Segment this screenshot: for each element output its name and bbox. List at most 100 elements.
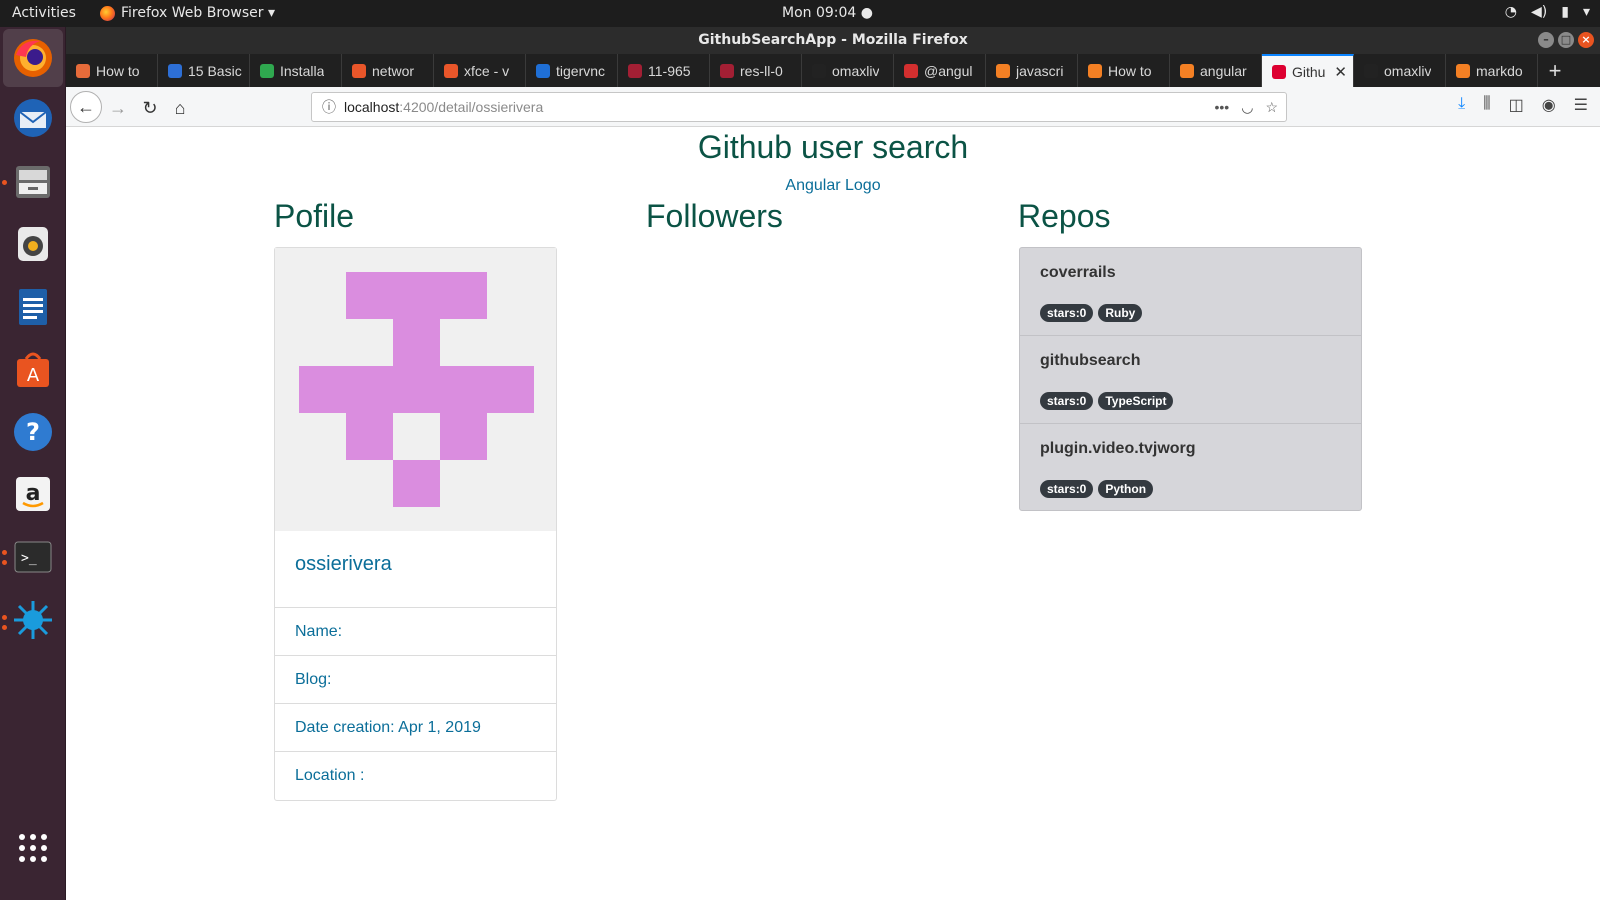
favicon-icon bbox=[812, 63, 826, 78]
info-icon[interactable]: ⓘ bbox=[322, 93, 336, 121]
browser-tab[interactable]: javascri bbox=[986, 54, 1078, 87]
profile-blog: Blog: bbox=[275, 656, 556, 704]
favicon-icon bbox=[1456, 63, 1470, 78]
launcher-thunderbird[interactable] bbox=[9, 94, 57, 142]
page-actions-icon[interactable]: ••• bbox=[1215, 93, 1230, 121]
tab-label: Installa bbox=[280, 62, 325, 79]
pocket-icon[interactable]: ◡ bbox=[1241, 93, 1253, 121]
profile-username[interactable]: ossierivera bbox=[275, 531, 556, 608]
document-icon bbox=[19, 289, 47, 325]
svg-text:?: ? bbox=[26, 418, 40, 446]
language-badge: Python bbox=[1098, 480, 1154, 498]
favicon-icon bbox=[444, 63, 458, 78]
identicon-cell bbox=[440, 413, 487, 460]
browser-tab[interactable]: Installa bbox=[250, 54, 342, 87]
favicon-icon bbox=[996, 63, 1010, 78]
launcher-software[interactable]: A bbox=[9, 346, 57, 394]
browser-tab[interactable]: How to bbox=[66, 54, 158, 87]
back-button[interactable]: ← bbox=[70, 91, 102, 123]
browser-tab[interactable]: res-ll-0 bbox=[710, 54, 802, 87]
language-badge: TypeScript bbox=[1098, 392, 1174, 410]
browser-tab[interactable]: networ bbox=[342, 54, 434, 87]
browser-tab[interactable]: tigervnc bbox=[526, 54, 618, 87]
launcher-firefox[interactable] bbox=[3, 29, 63, 87]
repo-item[interactable]: plugin.video.tvjworg stars:0 Python bbox=[1020, 424, 1361, 510]
hamburger-menu-icon[interactable]: ☰ bbox=[1574, 95, 1588, 115]
download-icon[interactable]: ⤓ bbox=[1458, 95, 1465, 115]
sidebar-icon[interactable]: ◫ bbox=[1509, 95, 1524, 115]
followers-heading: Followers bbox=[646, 198, 783, 234]
close-window-button[interactable]: × bbox=[1578, 32, 1594, 48]
url-host: localhost bbox=[344, 99, 400, 115]
browser-tab[interactable]: angular bbox=[1170, 54, 1262, 87]
browser-tab[interactable]: omaxliv bbox=[1354, 54, 1446, 87]
clock[interactable]: Mon 09:04 ● bbox=[782, 5, 873, 21]
profile-heading: Pofile bbox=[274, 198, 355, 234]
stars-badge: stars:0 bbox=[1040, 392, 1094, 410]
system-tray[interactable]: ◔ ◀) ▮ ▾ bbox=[1505, 4, 1590, 20]
profile-name: Name: bbox=[275, 608, 556, 656]
favicon-icon bbox=[76, 63, 90, 78]
bookmark-star-icon[interactable]: ☆ bbox=[1265, 93, 1278, 121]
identicon-cell bbox=[487, 366, 534, 413]
browser-tab[interactable]: 11-965 bbox=[618, 54, 710, 87]
url-path: :4200/detail/ossierivera bbox=[399, 99, 544, 115]
show-applications-button[interactable] bbox=[9, 824, 57, 872]
battery-icon: ▮ bbox=[1561, 4, 1569, 20]
amazon-icon: a bbox=[16, 477, 50, 511]
favicon-icon bbox=[536, 63, 550, 78]
repo-name[interactable]: coverrails bbox=[1040, 264, 1341, 282]
repos-list: coverrails stars:0 Ruby githubsearch stars:0… bbox=[1019, 247, 1362, 511]
maximize-button[interactable]: □ bbox=[1558, 32, 1574, 48]
identicon-cell bbox=[440, 366, 487, 413]
browser-tab[interactable]: xfce - v bbox=[434, 54, 526, 87]
firefox-icon bbox=[100, 5, 115, 21]
browser-tab[interactable]: 15 Basic bbox=[158, 54, 250, 87]
mail-icon bbox=[14, 99, 52, 137]
tab-label: res-ll-0 bbox=[740, 62, 783, 79]
svg-text:A: A bbox=[27, 365, 40, 386]
launcher-help[interactable]: ? bbox=[9, 408, 57, 456]
minimize-button[interactable]: – bbox=[1538, 32, 1554, 48]
repo-item[interactable]: coverrails stars:0 Ruby bbox=[1020, 248, 1361, 336]
launcher-rhythmbox[interactable] bbox=[9, 220, 57, 268]
browser-tab[interactable]: omaxliv bbox=[802, 54, 894, 87]
stars-badge: stars:0 bbox=[1040, 480, 1094, 498]
launcher-files[interactable] bbox=[9, 157, 57, 205]
browser-tab[interactable]: Githu ✕ bbox=[1262, 54, 1354, 87]
page-content: Github user search Angular Logo Pofile F… bbox=[66, 127, 1600, 900]
url-bar[interactable]: ⓘ localhost:4200/detail/ossierivera ••• … bbox=[311, 92, 1287, 122]
launcher-amazon[interactable]: a bbox=[9, 470, 57, 518]
home-button[interactable]: ⌂ bbox=[166, 94, 194, 122]
browser-tab[interactable]: @angul bbox=[894, 54, 986, 87]
close-tab-icon[interactable]: ✕ bbox=[1334, 63, 1347, 81]
angular-logo-alt[interactable]: Angular Logo bbox=[66, 177, 1600, 195]
browser-tab[interactable]: markdo bbox=[1446, 54, 1538, 87]
account-icon[interactable]: ◉ bbox=[1542, 95, 1556, 115]
favicon-icon bbox=[1272, 64, 1286, 79]
firefox-icon bbox=[14, 39, 52, 77]
tab-label: javascri bbox=[1016, 62, 1064, 79]
forward-button[interactable]: → bbox=[104, 94, 132, 122]
identicon-cell bbox=[393, 460, 440, 507]
launcher-vscode[interactable] bbox=[9, 596, 57, 644]
repo-name[interactable]: githubsearch bbox=[1040, 352, 1341, 370]
app-menu-label: Firefox Web Browser ▾ bbox=[121, 5, 275, 21]
tab-strip: How to 15 Basic Installa networ xfce - v tige… bbox=[66, 54, 1600, 87]
profile-date-created: Date creation: Apr 1, 2019 bbox=[275, 704, 556, 752]
launcher-terminal[interactable]: >_ bbox=[9, 533, 57, 581]
repo-name[interactable]: plugin.video.tvjworg bbox=[1040, 440, 1341, 458]
library-icon[interactable]: ⫼ bbox=[1483, 95, 1490, 115]
browser-tab[interactable]: How to bbox=[1078, 54, 1170, 87]
repo-item[interactable]: githubsearch stars:0 TypeScript bbox=[1020, 336, 1361, 424]
favicon-icon bbox=[1180, 63, 1194, 78]
reload-button[interactable]: ↻ bbox=[136, 94, 164, 122]
app-menu[interactable]: Firefox Web Browser ▾ bbox=[100, 5, 275, 21]
activities-button[interactable]: Activities bbox=[12, 5, 76, 21]
new-tab-button[interactable]: + bbox=[1538, 54, 1572, 87]
favicon-icon bbox=[720, 63, 734, 78]
identicon-cell bbox=[393, 319, 440, 366]
speaker-icon bbox=[18, 227, 48, 261]
volume-icon: ◀) bbox=[1531, 4, 1548, 20]
launcher-writer[interactable] bbox=[9, 283, 57, 331]
